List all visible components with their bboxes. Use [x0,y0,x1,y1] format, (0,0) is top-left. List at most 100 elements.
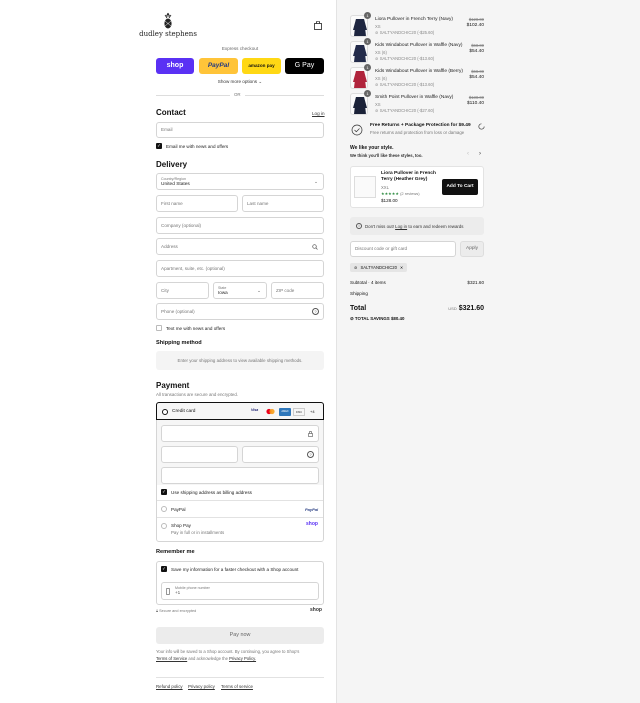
login-link[interactable]: Log in [312,111,325,117]
product-price: $54.40 [469,49,484,54]
shipping-method-notice: Enter your shipping address to view avai… [156,351,324,370]
terms-link[interactable]: Terms of Service [156,656,187,661]
paypal-express-button[interactable]: PayPal [199,58,238,74]
loading-spinner-icon [478,123,485,130]
remember-heading: Remember me [156,549,195,555]
email-field[interactable]: Email [156,122,324,138]
help-icon[interactable]: ? [312,308,319,315]
secure-label: Secure and encrypted [159,609,197,613]
apply-discount-button[interactable]: Apply [460,241,484,257]
product-discount: ⊘ SALTYANDCHIC20 (-$13.60) [375,56,434,61]
applied-discount-tag: ⊘ SALTYANDCHIC20 ✕ [350,263,408,272]
old-price: $128.00 [468,17,484,22]
first-name-field[interactable]: First name [156,195,238,212]
billing-same-checkbox[interactable]: ✓ [161,489,167,495]
shop-pay-radio[interactable] [161,523,167,529]
security-code-field[interactable]: ? [242,446,319,463]
add-to-cart-button[interactable]: Add To Cart [442,179,478,195]
divider [157,500,323,501]
rewards-suffix: to earn and redeem rewards [408,223,464,229]
visa-icon: Visa [251,408,259,412]
phone-placeholder: Phone (optional) [161,308,195,314]
address-field[interactable]: Address [156,238,324,255]
amazon-pay-label: amazon pay [248,63,275,69]
divider [157,517,323,518]
shop-logo-icon: shop [310,607,322,613]
card-number-field[interactable] [161,425,319,442]
country-select[interactable]: Country/Region United States ⌄ [156,173,324,190]
zip-field[interactable]: ZIP code [271,282,324,299]
currency-code: USD [448,306,457,311]
google-pay-label: G Pay [294,61,315,69]
upsell-product-image [354,176,376,198]
contact-heading: Contact [156,108,186,117]
pay-now-button[interactable]: Pay now [156,627,324,644]
lock-icon: 🔒︎ [156,609,159,613]
close-icon[interactable]: ✕ [400,265,404,270]
text-news-checkbox[interactable] [156,325,162,331]
old-price: $68.00 [471,69,484,74]
secure-note: 🔒︎ Secure and encrypted [156,609,196,614]
total-savings: ⊘ TOTAL SAVINGS $80.40 [350,316,404,322]
product-discount-label: SALTYANDCHIC20 (-$13.60) [379,55,435,61]
company-placeholder: Company (optional) [161,222,202,228]
shop-pay-express-button[interactable]: shop [156,58,194,74]
refund-policy-link[interactable]: Refund policy [156,684,183,690]
brand-header: dudley stephens [0,12,336,39]
google-pay-express-button[interactable]: G Pay [285,58,324,74]
product-discount-label: SALTYANDCHIC20 (-$27.60) [379,107,435,113]
order-summary [336,0,640,703]
name-on-card-field[interactable] [161,467,319,484]
expiration-field[interactable] [161,446,238,463]
tag-icon: ⊘ [375,55,379,61]
state-value: Iowa [218,290,228,296]
email-news-checkbox[interactable]: ✓ [156,143,162,149]
help-icon[interactable]: ? [307,451,314,458]
apartment-field[interactable]: Apartment, suite, etc. (optional) [156,260,324,277]
savings-value: $80.40 [390,316,405,321]
last-name-field[interactable]: Last name [242,195,324,212]
credit-card-label: Credit card [172,409,196,414]
product-title: Kids Windabout Pullover in Waffle (Navy) [375,43,463,48]
mastercard-icon [265,408,276,415]
discount-code-field[interactable]: Discount code or gift card [350,241,456,257]
country-label: Country/Region [161,177,186,181]
company-field[interactable]: Company (optional) [156,217,324,234]
state-select[interactable]: State Iowa ⌄ [213,282,267,299]
product-price: $110.40 [467,101,484,106]
total-amount: USD $321.60 [448,305,484,314]
upsell-variant: XXL [381,185,389,190]
lock-icon [308,431,313,437]
applied-code-label: SALTYANDCHIC20 [360,264,397,270]
payment-heading: Payment [156,381,190,390]
tag-icon: ⊘ [375,29,379,35]
pineapple-logo-icon [164,12,172,29]
quantity-badge: 1 [364,12,371,19]
tag-icon: ⊘ [375,81,379,87]
phone-field[interactable]: Phone (optional) ? [156,303,324,320]
privacy-link[interactable]: Privacy Policy. [229,656,256,661]
tag-icon: ⊘ [354,264,358,270]
upsell-reviews: (2 reviews) [400,191,420,196]
product-variant: XS [375,101,381,107]
save-info-checkbox[interactable]: ✓ [161,566,167,572]
terms-of-service-link[interactable]: Terms of service [221,684,253,690]
shopping-bag-icon[interactable] [314,21,322,30]
paypal-radio[interactable] [161,506,167,512]
returns-title: Free Returns + Package Protection for $9… [370,123,471,128]
footer-divider [156,677,324,678]
mobile-phone-field[interactable]: Mobile phone number +1 [161,582,319,600]
rewards-prefix: Don't miss out! [365,223,394,229]
paypal-logo-icon: PayPal [305,507,319,512]
chevron-right-icon[interactable]: › [479,151,481,159]
city-field[interactable]: City [156,282,209,299]
old-price: $68.00 [471,43,484,48]
or-text: OR [230,92,245,98]
chevron-left-icon[interactable]: ‹ [467,151,469,159]
credit-card-option[interactable]: Credit card Visa AMEX DISC +4 [156,402,324,420]
rewards-login-link[interactable]: Log in [395,224,407,229]
privacy-policy-link[interactable]: Privacy policy [188,684,215,690]
search-icon [312,244,318,250]
amazon-pay-express-button[interactable]: amazon pay [242,58,281,74]
paypal-label: PayPal [207,61,230,69]
